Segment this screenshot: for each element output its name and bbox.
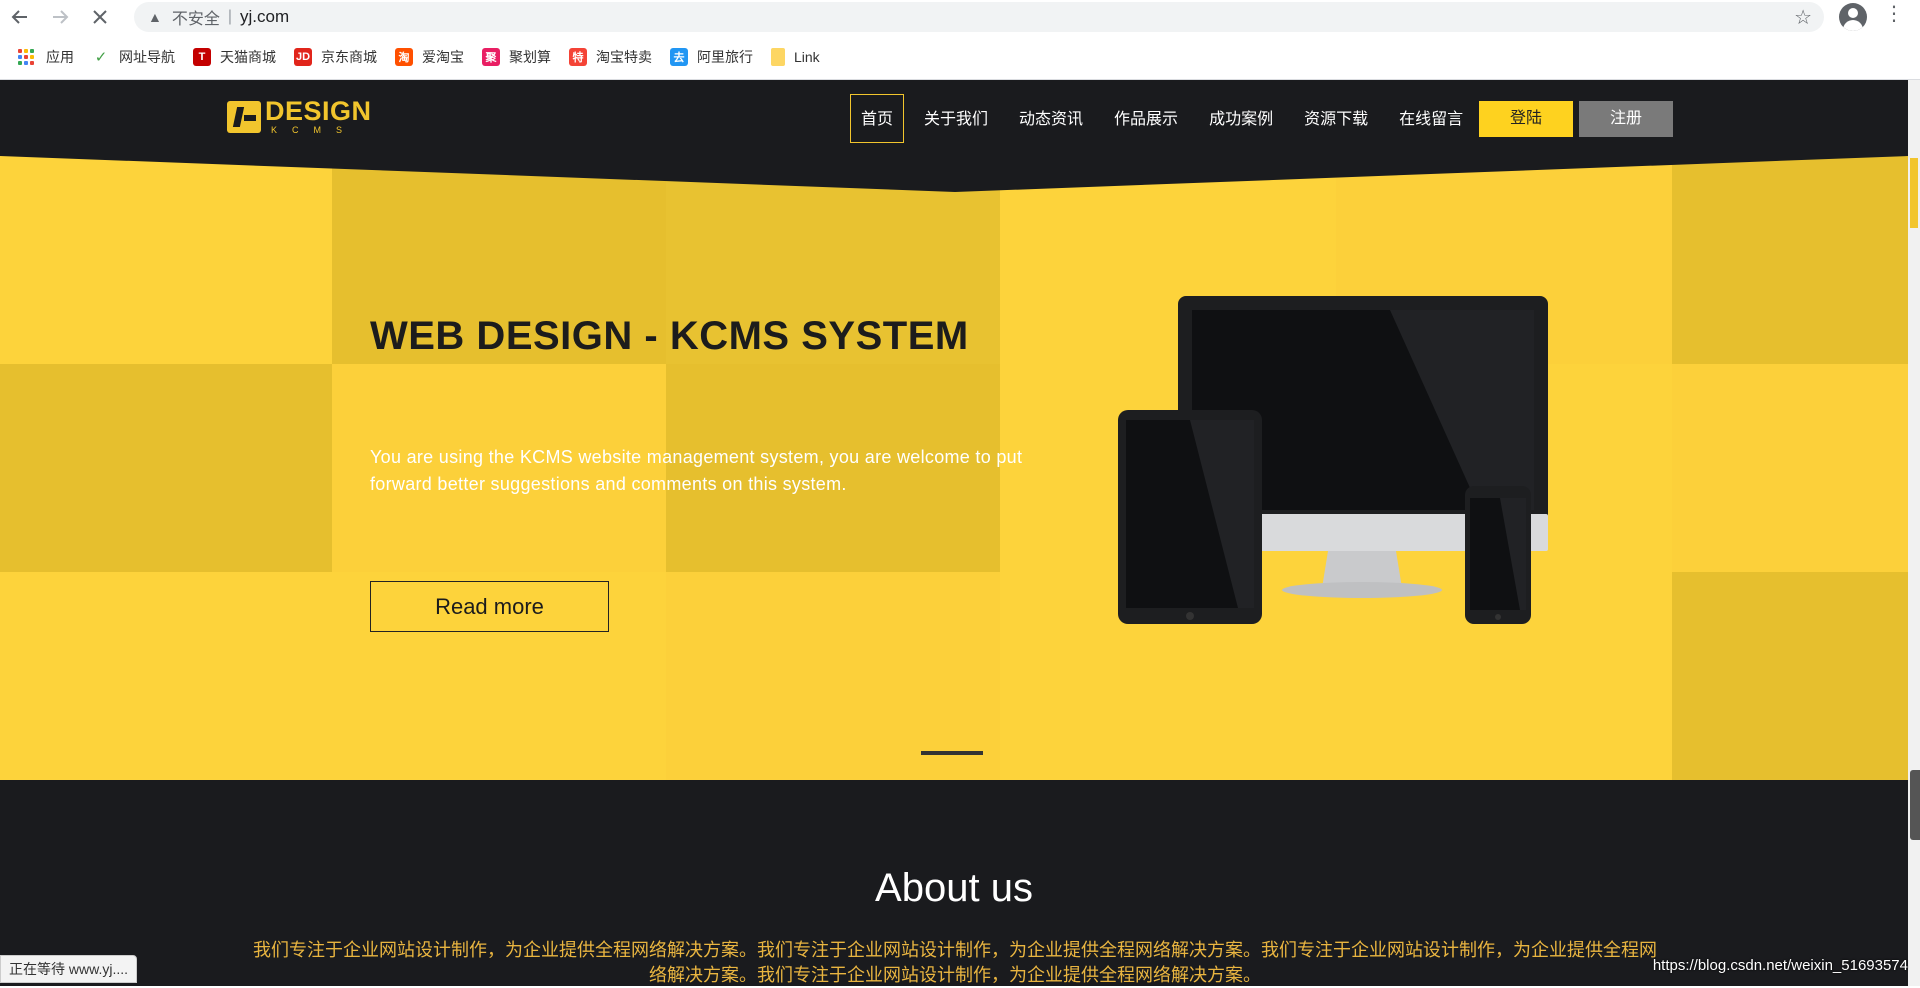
nav-item[interactable]: 作品展示 (1103, 94, 1189, 143)
hero-banner: WEB DESIGN - KCMS SYSTEM You are using t… (0, 156, 1908, 780)
nav-item[interactable]: 首页 (850, 94, 905, 143)
slider-indicator[interactable] (921, 751, 983, 755)
bookmark-item[interactable]: 去阿里旅行 (670, 47, 753, 67)
hao-icon: ✓ (94, 49, 108, 66)
security-label: 不安全 (171, 11, 220, 28)
folder-icon (771, 48, 785, 66)
kebab-menu-icon[interactable]: ⋮ (1884, 4, 1904, 24)
bookmark-label: 淘宝特卖 (596, 49, 652, 65)
tmall-icon: T (193, 48, 211, 66)
back-button[interactable] (0, 0, 40, 34)
bookmark-item[interactable]: 聚聚划算 (482, 47, 551, 67)
url-text: yj.com (240, 7, 290, 26)
bookmark-label: 网址导航 (119, 49, 175, 65)
profile-avatar-icon[interactable] (1839, 3, 1867, 31)
status-bar: 正在等待 www.yj.... (0, 955, 138, 983)
about-text: 我们专注于企业网站设计制作，为企业提供全程网络解决方案。我们专注于企业网站设计制… (253, 940, 1657, 985)
nav-item[interactable]: 在线留言 (1388, 94, 1474, 143)
warning-triangle-icon: ▲ (148, 9, 162, 25)
devices-illustration (1118, 296, 1548, 624)
hero-description: You are using the KCMS website managemen… (370, 447, 1023, 494)
apps-icon (18, 49, 34, 65)
bookmark-item[interactable]: Link (771, 48, 820, 66)
side-widget-tab[interactable] (1910, 770, 1920, 840)
bookmark-item[interactable]: ✓ 网址导航 (92, 47, 175, 67)
page-scrollbar[interactable] (1908, 80, 1920, 986)
close-icon (93, 10, 107, 24)
about-section: About us 我们专注于企业网站设计制作，为企业提供全程网络解决方案。我们专… (0, 780, 1908, 986)
hero-title: WEB DESIGN - KCMS SYSTEM (370, 314, 969, 358)
nav-item[interactable]: 资源下载 (1293, 94, 1379, 143)
scrollbar-thumb[interactable] (1910, 158, 1918, 228)
jd-icon: JD (294, 48, 312, 66)
bookmark-label: Link (794, 49, 820, 65)
bookmark-label: 聚划算 (509, 49, 551, 65)
main-nav: 首页 关于我们 动态资讯 作品展示 成功案例 资源下载 在线留言 (850, 94, 1483, 143)
site-header: DESIGN KCMS 首页 关于我们 动态资讯 作品展示 成功案例 资源下载 在线留言 登… (0, 80, 1908, 156)
about-heading: About us (875, 866, 1033, 910)
bookmarks-bar: 应用 ✓ 网址导航 T 天猫商城 JD 京东商城淘爱淘宝聚聚划算特淘宝特卖去阿里旅行 Link (0, 40, 1920, 74)
watermark: https://blog.csdn.net/weixin_51693574 (1652, 957, 1908, 974)
forward-button[interactable] (40, 0, 80, 34)
bookmark-label: 爱淘宝 (422, 49, 464, 65)
read-more-button[interactable]: Read more (370, 581, 609, 632)
nav-item[interactable]: 关于我们 (913, 94, 999, 143)
logo-mark-icon (227, 100, 261, 133)
bookmark-item[interactable]: 应用 (18, 47, 74, 67)
forward-arrow-icon (53, 10, 69, 24)
bookmark-item[interactable]: 特淘宝特卖 (569, 47, 652, 67)
logo-sub: KCMS (271, 125, 358, 135)
register-button[interactable]: 注册 (1579, 101, 1673, 137)
nav-item[interactable]: 动态资讯 (1008, 94, 1094, 143)
logo-word: DESIGN (265, 96, 372, 126)
juhuasuan-icon: 聚 (482, 48, 500, 66)
bookmark-label: 京东商城 (321, 49, 377, 65)
taobao-temai-icon: 特 (569, 48, 587, 66)
star-bookmark-icon[interactable]: ☆ (1794, 5, 1812, 30)
separator: | (227, 8, 233, 25)
bookmark-item[interactable]: JD 京东商城 (294, 47, 377, 67)
bookmark-label: 阿里旅行 (697, 49, 753, 65)
login-button[interactable]: 登陆 (1479, 101, 1573, 137)
alitrip-icon: 去 (670, 48, 688, 66)
bookmark-label: 应用 (46, 49, 74, 65)
site-logo[interactable]: DESIGN KCMS (227, 98, 372, 135)
address-bar[interactable]: ▲ 不安全 | yj.com ☆ (134, 2, 1824, 32)
aitaobao-icon: 淘 (395, 48, 413, 66)
bookmark-label: 天猫商城 (220, 49, 276, 65)
bookmark-item[interactable]: T 天猫商城 (193, 47, 276, 67)
back-arrow-icon (11, 10, 27, 24)
browser-toolbar: ▲ 不安全 | yj.com ☆ ⋮ (0, 0, 1920, 34)
bookmark-item[interactable]: 淘爱淘宝 (395, 47, 464, 67)
stop-loading-button[interactable] (80, 0, 120, 34)
nav-item[interactable]: 成功案例 (1198, 94, 1284, 143)
